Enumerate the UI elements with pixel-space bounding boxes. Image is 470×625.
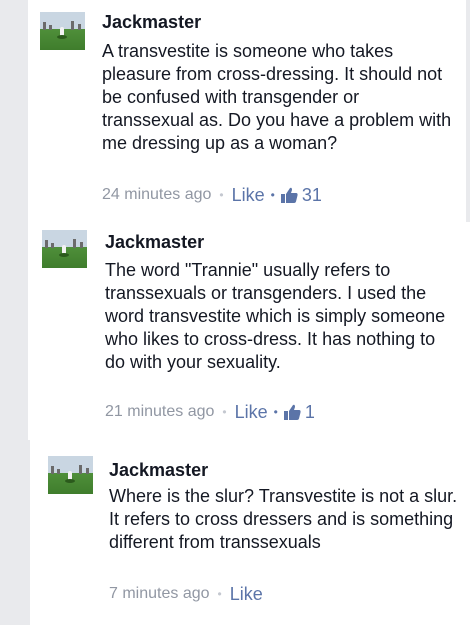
comment-timestamp[interactable]: 24 minutes ago	[102, 186, 211, 204]
comment-timestamp[interactable]: 7 minutes ago	[109, 585, 210, 603]
separator: •	[219, 188, 224, 202]
comment-author[interactable]: Jackmaster	[102, 12, 201, 33]
comment-author[interactable]: Jackmaster	[105, 232, 204, 253]
like-count[interactable]: 1	[305, 402, 315, 423]
separator: •	[222, 405, 227, 419]
comment-text: The word "Trannie" usually refers to tra…	[105, 260, 446, 372]
comment-meta: 24 minutes ago • Like • 31	[102, 183, 322, 207]
separator: •	[217, 587, 222, 601]
comment-meta: 21 minutes ago • Like • 1	[105, 400, 315, 424]
comment: Jackmaster A transvestite is someone who…	[28, 0, 466, 222]
comment: Jackmaster The word "Trannie" usually re…	[28, 222, 470, 440]
thumbs-up-icon[interactable]	[283, 404, 301, 420]
avatar[interactable]	[42, 230, 87, 268]
like-count[interactable]: 31	[302, 185, 322, 206]
separator: •	[273, 405, 278, 419]
like-button[interactable]: Like	[232, 185, 265, 206]
comment-author[interactable]: Jackmaster	[109, 460, 208, 481]
comment-text: A transvestite is someone who takes plea…	[102, 41, 452, 153]
avatar[interactable]	[40, 12, 85, 50]
comment-timestamp[interactable]: 21 minutes ago	[105, 403, 214, 421]
avatar[interactable]	[48, 456, 93, 494]
thumbs-up-icon[interactable]	[280, 187, 298, 203]
separator: •	[270, 188, 275, 202]
comment-meta: 7 minutes ago • Like	[109, 582, 263, 606]
like-button[interactable]: Like	[235, 402, 268, 423]
comment-feed: Jackmaster A transvestite is someone who…	[0, 0, 470, 625]
comment: Jackmaster Where is the slur? Transvesti…	[30, 440, 470, 625]
comment-text: Where is the slur? Transvestite is not a…	[109, 486, 458, 552]
like-button[interactable]: Like	[230, 584, 263, 605]
